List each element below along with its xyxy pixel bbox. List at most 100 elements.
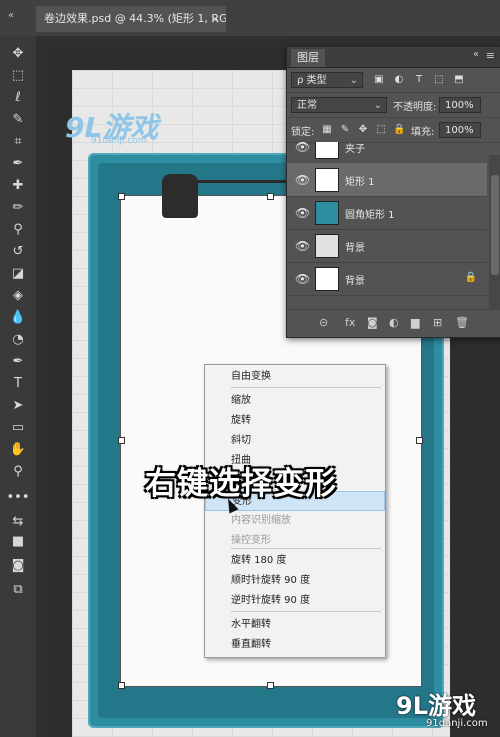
transform-handle[interactable]: [267, 193, 274, 200]
transform-handle[interactable]: [118, 193, 125, 200]
layer-thumbnail: [315, 267, 339, 291]
eye-icon[interactable]: 👁: [295, 142, 310, 154]
menu-item[interactable]: 自由变换: [205, 367, 385, 387]
shape-filter-icon[interactable]: ⬚: [433, 74, 445, 86]
type-tool-icon[interactable]: T: [6, 372, 30, 394]
hand-tool-icon[interactable]: ✋: [6, 438, 30, 460]
lock-transparent-icon[interactable]: ▦: [321, 124, 333, 136]
layer-thumbnail: [315, 142, 339, 159]
menu-item: 操控变形: [231, 535, 271, 546]
zoom-tool-icon[interactable]: ⚲: [6, 460, 30, 482]
adjustment-layer-icon[interactable]: ◐: [389, 316, 399, 329]
menu-item[interactable]: 斜切: [205, 431, 385, 451]
quick-select-tool-icon[interactable]: ✎: [6, 108, 30, 130]
layer-row[interactable]: 👁 圆角矩形 1: [287, 196, 487, 230]
path-select-tool-icon[interactable]: ➤: [6, 394, 30, 416]
layer-thumbnail: [315, 234, 339, 258]
opacity-input[interactable]: 100%: [439, 97, 481, 113]
corner-watermark: 9L游戏 91danji.com: [390, 682, 500, 737]
rectangle-tool-icon[interactable]: ▭: [6, 416, 30, 438]
eye-icon[interactable]: 👁: [295, 272, 310, 286]
pen-tool-icon[interactable]: ✒: [6, 350, 30, 372]
vertical-ruler: [36, 50, 51, 737]
link-layers-icon[interactable]: ⊝: [319, 316, 328, 329]
fill-label: 填充:: [411, 127, 435, 138]
document-tab[interactable]: 卷边效果.psd @ 44.3% (矩形 1, RGB/8) * ×: [36, 6, 226, 32]
transform-handle[interactable]: [118, 682, 125, 689]
menu-item[interactable]: 旋转: [205, 411, 385, 431]
watermark-logo: 9L游戏 91danji.com: [65, 106, 158, 146]
layer-row[interactable]: 👁 背景 🔒: [287, 262, 487, 296]
eye-icon[interactable]: 👁: [295, 239, 310, 253]
fx-icon[interactable]: fx: [345, 316, 355, 329]
layers-scrollbar[interactable]: [489, 155, 500, 309]
menu-item[interactable]: 顺时针旋转 90 度: [205, 571, 385, 591]
menu-item[interactable]: 旋转 180 度: [205, 551, 385, 571]
smart-object-filter-icon[interactable]: ⬒: [453, 74, 465, 86]
clone-stamp-tool-icon[interactable]: ⚲: [6, 218, 30, 240]
marquee-tool-icon[interactable]: ⬚: [6, 64, 30, 86]
history-brush-tool-icon[interactable]: ↺: [6, 240, 30, 262]
panel-menu-icon[interactable]: ≡: [486, 49, 495, 62]
opacity-value: 100%: [445, 100, 474, 111]
transform-handle[interactable]: [118, 437, 125, 444]
dodge-tool-icon[interactable]: ◔: [6, 328, 30, 350]
menu-separator: [231, 387, 381, 388]
more-tools-icon[interactable]: •••: [6, 486, 30, 508]
color-swatches-icon[interactable]: ■: [6, 530, 30, 552]
collapse-icon[interactable]: «: [473, 49, 479, 60]
lock-position-icon[interactable]: ✥: [357, 124, 369, 136]
move-tool-icon[interactable]: ✥: [6, 42, 30, 64]
lock-label: 锁定:: [291, 127, 315, 138]
image-filter-icon[interactable]: ▣: [373, 74, 385, 86]
blur-tool-icon[interactable]: 💧: [6, 306, 30, 328]
scrollbar-thumb[interactable]: [491, 175, 499, 275]
fill-input[interactable]: 100%: [439, 122, 481, 138]
tutorial-caption: 右键选择变形: [145, 466, 337, 502]
corner-watermark-logo: 9L游戏: [396, 692, 476, 720]
paint-bucket-tool-icon[interactable]: ◈: [6, 284, 30, 306]
layer-row[interactable]: 👁 矩形 1: [287, 163, 487, 197]
brush-tool-icon[interactable]: ✏: [6, 196, 30, 218]
chevron-down-icon: ⌄: [349, 75, 358, 86]
layer-name: 夹子: [345, 144, 365, 155]
filter-kind-select[interactable]: ρ 类型 ⌄: [291, 72, 363, 88]
tab-layers[interactable]: 图层: [291, 49, 325, 67]
eye-icon[interactable]: 👁: [295, 206, 310, 220]
lock-row: 锁定: ▦ ✎ ✥ ⬚ 🔒 填充: 100%: [287, 118, 500, 143]
add-mask-icon[interactable]: ◙: [367, 316, 378, 329]
layers-panel: 图层 « ≡ ρ 类型 ⌄ ▣ ◐ T ⬚ ⬒ 正常 ⌄ 不透明度: 100% …: [286, 46, 500, 338]
type-filter-icon[interactable]: T: [413, 74, 425, 86]
swap-colors-icon[interactable]: ⇆: [6, 510, 30, 532]
new-group-icon[interactable]: ▆: [411, 316, 419, 329]
menu-item[interactable]: 水平翻转: [205, 615, 385, 635]
lock-artboard-icon[interactable]: ⬚: [375, 124, 387, 136]
transform-handle[interactable]: [416, 437, 423, 444]
filter-kind-value: ρ 类型: [297, 75, 327, 86]
lock-pixels-icon[interactable]: ✎: [339, 124, 351, 136]
menu-separator: [231, 611, 381, 612]
eye-icon[interactable]: 👁: [295, 173, 310, 187]
eraser-tool-icon[interactable]: ◪: [6, 262, 30, 284]
new-layer-icon[interactable]: ⊞: [433, 316, 442, 329]
crop-tool-icon[interactable]: ⌗: [6, 130, 30, 152]
menu-item[interactable]: 逆时针旋转 90 度: [205, 591, 385, 611]
lock-all-icon[interactable]: 🔒: [393, 124, 405, 136]
eyedropper-tool-icon[interactable]: ✒: [6, 152, 30, 174]
transform-handle[interactable]: [267, 682, 274, 689]
close-icon[interactable]: ×: [210, 6, 220, 32]
menu-item[interactable]: 垂直翻转: [205, 635, 385, 655]
blend-mode-value: 正常: [297, 100, 317, 111]
lasso-tool-icon[interactable]: ℓ: [6, 86, 30, 108]
healing-brush-tool-icon[interactable]: ✚: [6, 174, 30, 196]
layer-row[interactable]: 👁 夹子: [287, 142, 487, 164]
adjustment-filter-icon[interactable]: ◐: [393, 74, 405, 86]
blend-mode-select[interactable]: 正常 ⌄: [291, 97, 387, 113]
panel-collapse-icon[interactable]: «: [8, 10, 14, 21]
layer-row[interactable]: 👁 背景: [287, 229, 487, 263]
quick-mask-icon[interactable]: ◙: [6, 554, 30, 576]
lock-icon: 🔒: [464, 272, 477, 283]
screen-mode-icon[interactable]: ⧉: [6, 578, 30, 600]
delete-layer-icon[interactable]: 🗑: [455, 316, 469, 329]
menu-item[interactable]: 缩放: [205, 391, 385, 411]
